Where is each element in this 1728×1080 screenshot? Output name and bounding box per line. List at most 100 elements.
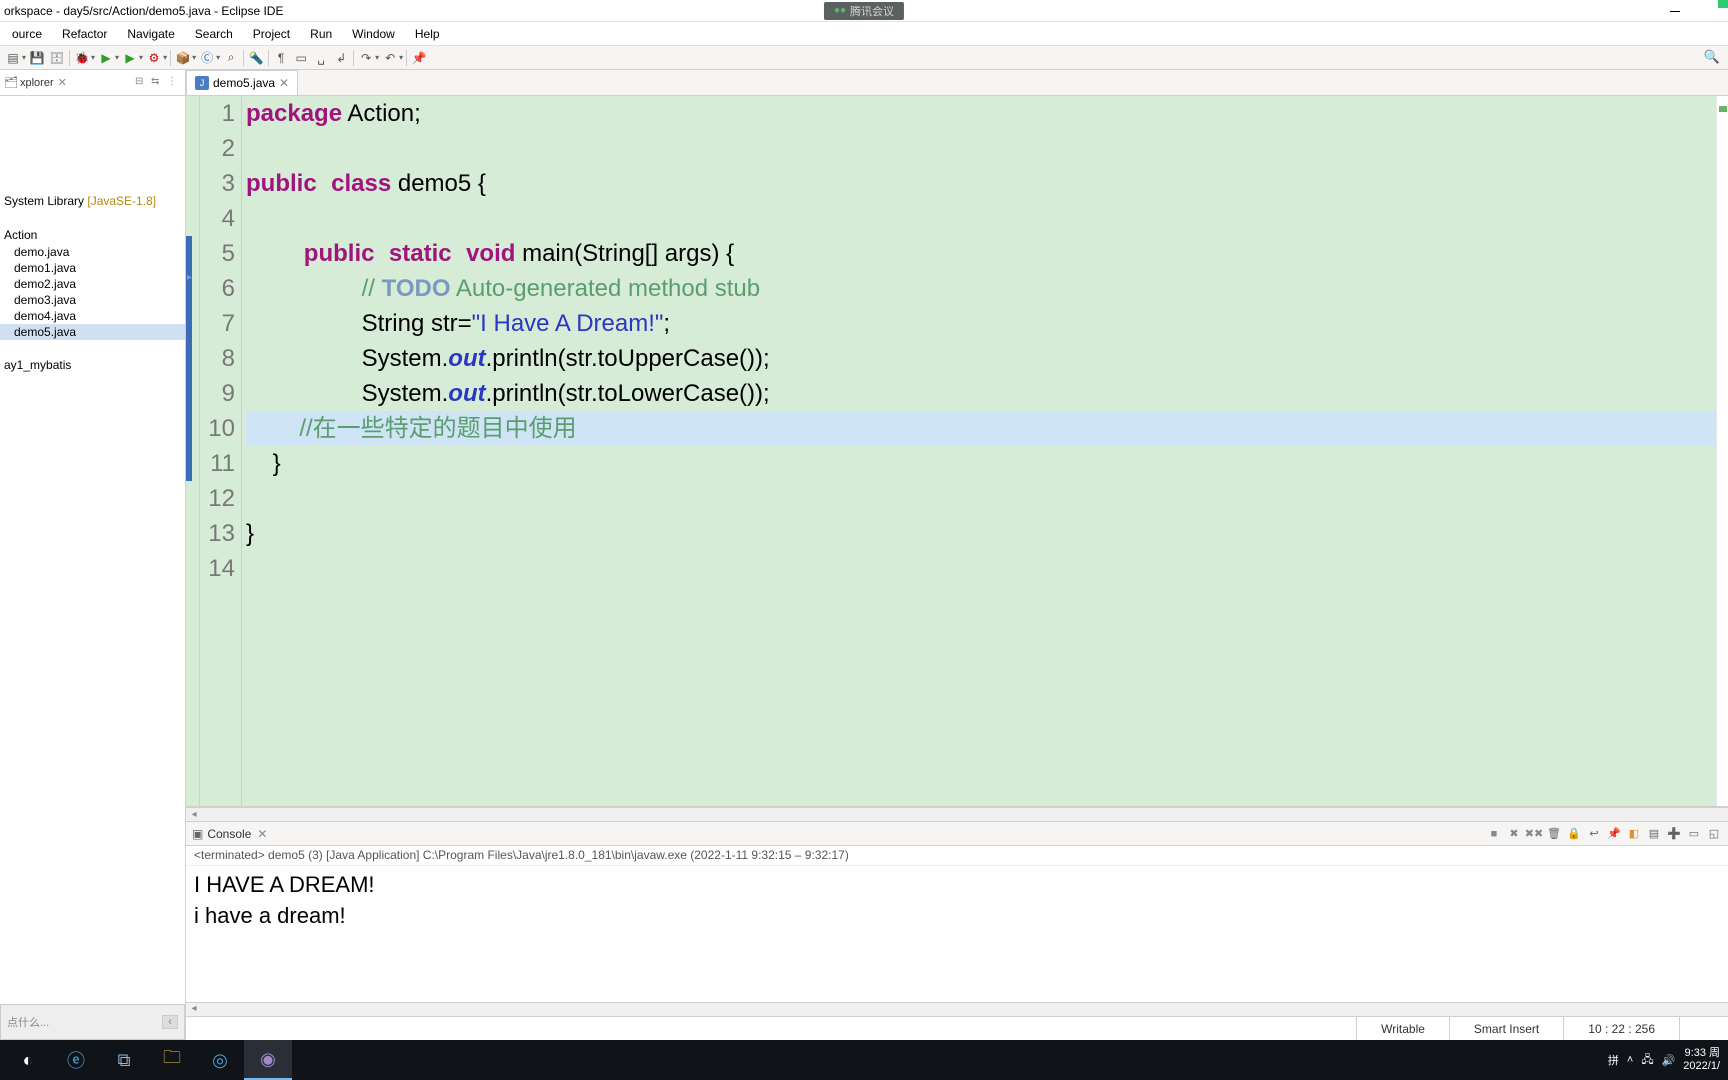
main-toolbar: ▤▾ 💾 🗄 🐞▾ ▶▾ ▶▾ ⚙▾ 📦▾ Ⓒ▾ ⌕ 🔦 ¶ ▭ ␣ ↲ ↷▾ … [0, 46, 1728, 70]
link-editor-icon[interactable]: ⇆ [151, 76, 165, 90]
new-icon[interactable]: ▤ [4, 49, 22, 67]
taskbar-clock[interactable]: 9:33 周 2022/1/ [1683, 1047, 1720, 1073]
pin-editor-icon[interactable]: 📌 [410, 49, 428, 67]
clear-console-icon[interactable]: 🗑 [1546, 826, 1562, 842]
file-node[interactable]: demo4.java [0, 308, 185, 324]
menu-navigate[interactable]: Navigate [117, 22, 184, 45]
editor-tab[interactable]: J demo5.java ✕ [186, 70, 298, 95]
editor-h-scrollbar[interactable]: ◂ [186, 807, 1728, 821]
console-tab-label[interactable]: Console [207, 827, 251, 841]
ext-tools-icon[interactable]: ⚙ [145, 49, 163, 67]
scroll-left-icon[interactable]: ◂ [186, 1003, 202, 1016]
start-button[interactable]: ◐ [4, 1040, 52, 1080]
show-whitespace-icon[interactable]: ␣ [312, 49, 330, 67]
package-node[interactable]: Action [0, 226, 185, 244]
quick-access-icon[interactable]: 🔍 [1704, 49, 1720, 65]
status-writable: Writable [1356, 1017, 1449, 1040]
block-select-icon[interactable]: ▭ [292, 49, 310, 67]
file-node[interactable]: demo1.java [0, 260, 185, 276]
marker-column: ▸ [186, 96, 200, 806]
network-icon[interactable]: 🖧 [1641, 1051, 1653, 1070]
status-cursor-position: 10 : 22 : 256 [1563, 1017, 1679, 1040]
save-icon[interactable]: 💾 [28, 49, 46, 67]
next-annotation-icon[interactable]: ↷ [357, 49, 375, 67]
tencent-meeting-badge[interactable]: ●● 腾讯会议 [824, 2, 904, 20]
project-node[interactable]: ay1_mybatis [0, 356, 185, 374]
windows-taskbar: ◐ ⓔ ⧉ 🗀 ◎ ◉ 拼 ˄ 🖧 🔊 9:33 周 2022/1/ [0, 1040, 1728, 1080]
new-class-icon[interactable]: Ⓒ [198, 49, 216, 67]
new-package-icon[interactable]: 📦 [174, 49, 192, 67]
overview-ruler[interactable] [1716, 96, 1728, 806]
minimize-view-icon[interactable]: ▭ [1686, 826, 1702, 842]
new-console-icon[interactable]: ➕ [1666, 826, 1682, 842]
system-tray[interactable]: 拼 ˄ 🖧 🔊 9:33 周 2022/1/ [1608, 1047, 1724, 1073]
terminate-icon[interactable]: ■ [1486, 826, 1502, 842]
code-editor[interactable]: ▸ 1 2 3 4 5 6 7 8 9 10 11 12 13 14 packa… [186, 96, 1728, 807]
explorer-tab-label[interactable]: xplorer [20, 77, 54, 89]
search-placeholder: 点什么... [7, 1014, 49, 1030]
display-selected-icon[interactable]: ◧ [1626, 826, 1642, 842]
window-title: orkspace - day5/src/Action/demo5.java - … [4, 4, 283, 18]
title-bar: orkspace - day5/src/Action/demo5.java - … [0, 0, 1728, 22]
console-process-info: <terminated> demo5 (3) [Java Application… [186, 846, 1728, 866]
ime-indicator[interactable]: 拼 [1608, 1052, 1619, 1068]
jre-library-node[interactable]: System Library [JavaSE-1.8] [0, 192, 185, 210]
prev-annotation-icon[interactable]: ↶ [381, 49, 399, 67]
console-output[interactable]: I HAVE A DREAM! i have a dream! [186, 866, 1728, 1002]
wrap-icon[interactable]: ↲ [332, 49, 350, 67]
scroll-left-icon[interactable]: ◂ [186, 809, 202, 820]
run-icon[interactable]: ▶ [97, 49, 115, 67]
tencent-label: 腾讯会议 [850, 3, 894, 19]
menu-help[interactable]: Help [405, 22, 450, 45]
menu-source[interactable]: ource [2, 22, 52, 45]
project-tree[interactable]: System Library [JavaSE-1.8] Action demo.… [0, 96, 185, 1004]
open-type-icon[interactable]: ⌕ [222, 49, 240, 67]
remove-all-icon[interactable]: ✖✖ [1526, 826, 1542, 842]
coverage-icon[interactable]: ▶ [121, 49, 139, 67]
close-icon[interactable]: ✕ [257, 827, 267, 841]
maximize-view-icon[interactable]: ◱ [1706, 826, 1722, 842]
file-explorer-icon[interactable]: 🗀 [148, 1040, 196, 1080]
file-node[interactable]: demo.java [0, 244, 185, 260]
menu-refactor[interactable]: Refactor [52, 22, 117, 45]
collapse-all-icon[interactable]: ⊟ [135, 76, 149, 90]
remove-launch-icon[interactable]: ✖ [1506, 826, 1522, 842]
minimize-button[interactable] [1652, 0, 1698, 22]
todo-marker-icon: ▸ [187, 272, 192, 283]
menu-project[interactable]: Project [243, 22, 300, 45]
open-console-icon[interactable]: ▤ [1646, 826, 1662, 842]
status-insert-mode: Smart Insert [1449, 1017, 1563, 1040]
tencent-meeting-icon[interactable]: ◎ [196, 1040, 244, 1080]
file-node[interactable]: demo3.java [0, 292, 185, 308]
file-node-selected[interactable]: demo5.java [0, 324, 185, 340]
pin-console-icon[interactable]: 📌 [1606, 826, 1622, 842]
console-panel: ▣ Console ✕ ■ ✖ ✖✖ 🗑 🔒 ↩ 📌 ◧ ▤ ➕ ▭ ◱ <te… [186, 821, 1728, 1016]
editor-tab-label: demo5.java [213, 76, 275, 90]
scroll-lock-icon[interactable]: 🔒 [1566, 826, 1582, 842]
debug-icon[interactable]: 🐞 [73, 49, 91, 67]
menu-window[interactable]: Window [342, 22, 405, 45]
status-bar: Writable Smart Insert 10 : 22 : 256 [186, 1016, 1728, 1040]
chevron-left-icon[interactable]: ‹ [162, 1015, 178, 1029]
file-node[interactable]: demo2.java [0, 276, 185, 292]
menu-search[interactable]: Search [185, 22, 243, 45]
view-menu-icon[interactable]: ⋮ [167, 76, 181, 90]
save-all-icon[interactable]: 🗄 [48, 49, 66, 67]
main-split: 🗂 xplorer ✕ ⊟ ⇆ ⋮ System Library [JavaSE… [0, 70, 1728, 1040]
search-box[interactable]: 点什么... ‹ [0, 1004, 185, 1040]
console-icon: ▣ [192, 827, 203, 841]
tray-chevron-icon[interactable]: ˄ [1627, 1054, 1633, 1066]
search-icon[interactable]: 🔦 [247, 49, 265, 67]
eclipse-icon[interactable]: ◉ [244, 1040, 292, 1080]
powershell-icon[interactable]: ⧉ [100, 1040, 148, 1080]
package-explorer-panel: 🗂 xplorer ✕ ⊟ ⇆ ⋮ System Library [JavaSE… [0, 70, 186, 1040]
console-h-scrollbar[interactable]: ◂ [186, 1002, 1728, 1016]
toggle-mark-icon[interactable]: ¶ [272, 49, 290, 67]
edge-icon[interactable]: ⓔ [52, 1040, 100, 1080]
code-content[interactable]: package Action; public class demo5 { pub… [242, 96, 1716, 806]
menu-run[interactable]: Run [300, 22, 342, 45]
close-tab-icon[interactable]: ✕ [279, 76, 289, 90]
volume-icon[interactable]: 🔊 [1662, 1054, 1676, 1067]
word-wrap-icon[interactable]: ↩ [1586, 826, 1602, 842]
close-icon[interactable]: ✕ [58, 76, 67, 89]
